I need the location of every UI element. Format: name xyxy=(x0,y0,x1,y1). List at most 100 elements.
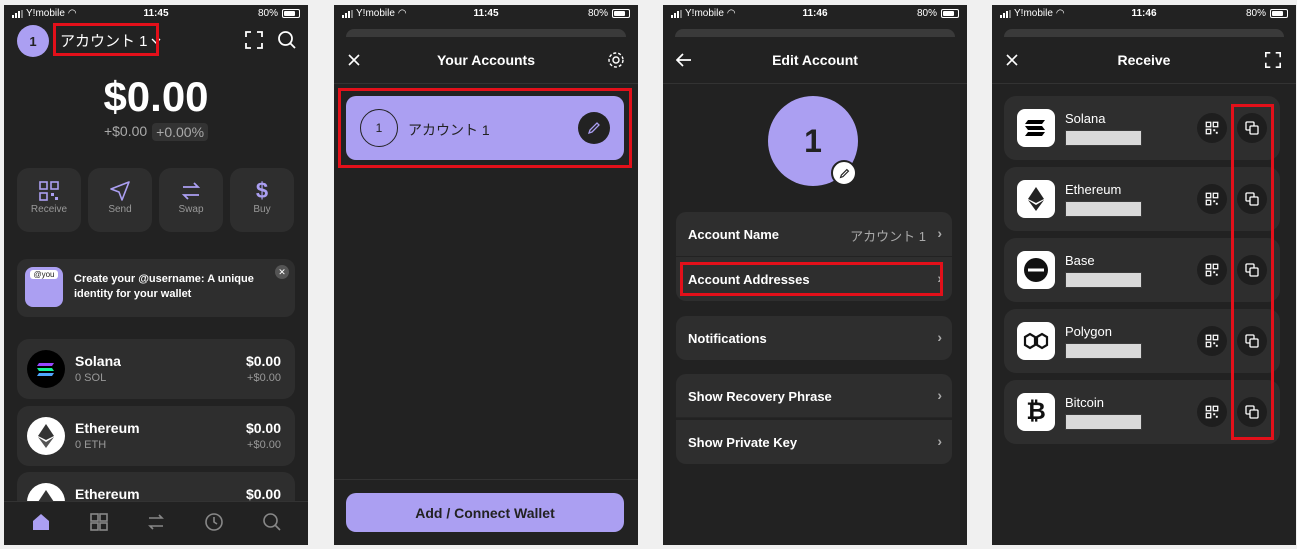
your-accounts-screen: Y!mobile ◠ 11:45 80% Your Accounts 1 アカウン… xyxy=(334,5,638,545)
qr-code-icon[interactable] xyxy=(1197,255,1227,285)
gear-icon[interactable] xyxy=(607,51,625,69)
receive-screen: Y!mobile ◠ 11:46 80% Receive Solana Ether… xyxy=(992,5,1296,545)
pencil-icon[interactable] xyxy=(831,160,857,186)
send-label: Send xyxy=(108,204,132,215)
chain-name: Bitcoin xyxy=(1065,395,1105,410)
receive-button[interactable]: Receive xyxy=(17,168,81,232)
scan-icon[interactable] xyxy=(244,30,264,50)
send-button[interactable]: Send xyxy=(88,168,152,232)
username-banner[interactable]: @you Create your @username: A unique ide… xyxy=(17,259,295,317)
chain-name: Solana xyxy=(1065,111,1106,126)
chevron-right-icon: › xyxy=(937,329,942,345)
token-change: +$0.00 xyxy=(247,439,281,451)
buy-button[interactable]: $ Buy xyxy=(230,168,294,232)
token-value: $0.00 xyxy=(245,353,281,369)
token-value: $0.00 xyxy=(245,486,281,502)
sheet-title: Your Accounts xyxy=(436,52,535,68)
apps-icon[interactable] xyxy=(89,512,109,537)
account-item-avatar: 1 xyxy=(360,109,398,147)
address-placeholder xyxy=(1065,414,1142,430)
chevron-right-icon: › xyxy=(937,387,942,403)
copy-icon[interactable] xyxy=(1237,184,1267,214)
swap-nav-icon[interactable] xyxy=(146,512,166,537)
swap-icon xyxy=(181,182,201,200)
add-connect-wallet-button[interactable]: Add / Connect Wallet xyxy=(346,493,624,532)
username-badge-image: @you xyxy=(25,267,63,307)
show-recovery-phrase-row[interactable]: Show Recovery Phrase › xyxy=(676,374,952,418)
qr-code-icon[interactable] xyxy=(1197,184,1227,214)
pencil-icon[interactable] xyxy=(578,112,610,144)
recovery-phrase-label: Show Recovery Phrase xyxy=(688,389,832,404)
account-addresses-label: Account Addresses xyxy=(688,272,810,287)
account-avatar[interactable]: 1 xyxy=(17,25,49,57)
copy-icon[interactable] xyxy=(1237,113,1267,143)
bitcoin-logo-icon: ₿ xyxy=(1017,393,1055,431)
notifications-label: Notifications xyxy=(688,331,767,346)
balance-change-amount: +$0.00 xyxy=(103,123,148,139)
account-addresses-row[interactable]: Account Addresses › xyxy=(676,257,952,301)
battery-icon xyxy=(1270,9,1288,18)
qr-code-icon[interactable] xyxy=(1197,326,1227,356)
history-icon[interactable] xyxy=(204,512,224,537)
polygon-logo-icon xyxy=(1017,322,1055,360)
account-name-value: アカウント 1 xyxy=(850,229,926,244)
copy-icon[interactable] xyxy=(1237,326,1267,356)
receive-chain-base[interactable]: Base xyxy=(1004,238,1280,302)
ethereum-logo-icon xyxy=(27,417,65,455)
status-bar: Y!mobile ◠ 11:45 80% xyxy=(4,5,308,23)
copy-icon[interactable] xyxy=(1237,255,1267,285)
notifications-row[interactable]: Notifications › xyxy=(676,316,952,360)
edit-account-screen: Y!mobile ◠ 11:46 80% Edit Account 1 Accou… xyxy=(663,5,967,545)
buy-label: Buy xyxy=(253,204,271,215)
account-switcher[interactable]: アカウント 1 xyxy=(60,30,161,51)
balance-change-percent: +0.00% xyxy=(152,123,209,141)
swap-label: Swap xyxy=(178,204,204,215)
total-balance: $0.00 xyxy=(103,73,209,120)
token-name: Ethereum xyxy=(75,486,140,502)
bottom-nav xyxy=(4,501,308,545)
qr-code-icon[interactable] xyxy=(1197,113,1227,143)
username-badge-text: @you xyxy=(30,270,58,279)
account-item[interactable]: 1 アカウント 1 xyxy=(346,96,624,160)
address-placeholder xyxy=(1065,201,1142,217)
home-screen: Y!mobile ◠ 11:45 80% 1 アカウント 1 $0.00 +$0.… xyxy=(4,5,308,545)
receive-chain-solana[interactable]: Solana xyxy=(1004,96,1280,160)
swap-button[interactable]: Swap xyxy=(159,168,223,232)
receive-chain-ethereum[interactable]: Ethereum xyxy=(1004,167,1280,231)
search-nav-icon[interactable] xyxy=(262,512,282,537)
close-icon[interactable]: ✕ xyxy=(275,265,289,279)
token-name: Solana xyxy=(75,353,121,369)
battery-icon xyxy=(941,9,959,18)
dollar-icon: $ xyxy=(255,178,269,203)
token-row-solana[interactable]: Solana 0 SOL $0.00 +$0.00 xyxy=(17,339,295,399)
qr-code-icon[interactable] xyxy=(1197,397,1227,427)
qr-code-icon xyxy=(39,181,59,201)
home-icon[interactable] xyxy=(31,512,51,537)
account-item-name: アカウント 1 xyxy=(408,122,490,138)
solana-logo-icon xyxy=(27,350,65,388)
battery-icon xyxy=(612,9,630,18)
account-name-label: Account Name xyxy=(688,227,780,242)
account-name-row[interactable]: Account Name アカウント 1 › xyxy=(676,212,952,256)
token-amount: 0 SOL xyxy=(75,372,107,384)
sheet-title: Edit Account xyxy=(772,52,858,68)
chain-name: Polygon xyxy=(1065,324,1112,339)
send-icon xyxy=(110,181,130,201)
receive-chain-bitcoin[interactable]: ₿ Bitcoin xyxy=(1004,380,1280,444)
chevron-right-icon: › xyxy=(937,270,942,286)
token-value: $0.00 xyxy=(245,420,281,436)
receive-chain-polygon[interactable]: Polygon xyxy=(1004,309,1280,373)
battery-percent: 80% xyxy=(587,8,608,19)
battery-percent: 80% xyxy=(257,8,278,19)
token-row-ethereum[interactable]: Ethereum 0 ETH $0.00 +$0.00 xyxy=(17,406,295,466)
address-placeholder xyxy=(1065,272,1142,288)
username-banner-text: Create your @username: A unique identity… xyxy=(74,273,254,300)
show-private-key-row[interactable]: Show Private Key › xyxy=(676,420,952,464)
account-name: アカウント 1 xyxy=(60,33,148,50)
search-icon[interactable] xyxy=(277,30,297,50)
scan-icon[interactable] xyxy=(1264,51,1282,69)
copy-icon[interactable] xyxy=(1237,397,1267,427)
address-placeholder xyxy=(1065,130,1142,146)
chain-name: Base xyxy=(1065,253,1095,268)
sheet-title: Receive xyxy=(1117,52,1171,68)
